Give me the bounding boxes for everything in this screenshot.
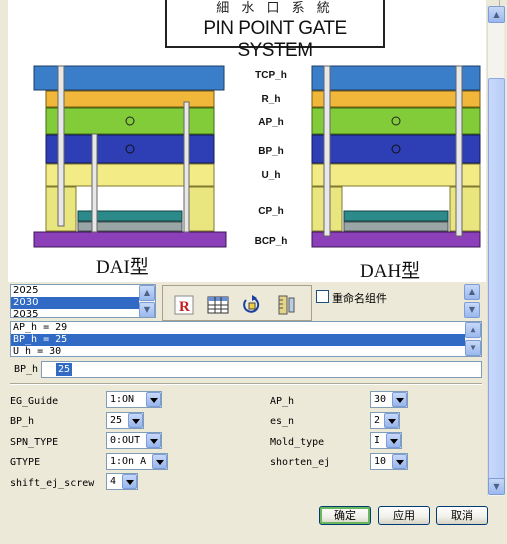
list-item[interactable]: 2025 <box>11 285 155 297</box>
refresh-rotate-icon[interactable] <box>241 294 263 316</box>
scroll-up-button[interactable]: ▲ <box>488 6 505 23</box>
expression-list-scrollbar[interactable]: ▲ ▼ <box>465 322 481 356</box>
dah-r-plate <box>311 90 481 108</box>
dah-bcp-plate <box>311 231 481 248</box>
dah-bp-plate <box>311 134 481 164</box>
list-item[interactable]: U_h = 30 <box>11 346 481 356</box>
caption-dai: DAI型 <box>96 257 149 278</box>
area-scroll-up-button[interactable]: ▲ <box>464 284 480 300</box>
dah-ejector-retainer <box>343 221 449 232</box>
bp-h-select[interactable]: 25 <box>106 412 144 429</box>
chevron-down-icon[interactable] <box>386 433 401 448</box>
dai-guide-pin-right <box>183 101 190 233</box>
dai-guide-pin-left2 <box>91 133 98 233</box>
param-label-gtype: GTYPE <box>10 457 41 468</box>
dai-guide-pin-left <box>57 65 65 227</box>
dah-ap-plate <box>311 107 481 135</box>
chevron-down-icon[interactable] <box>128 413 143 428</box>
chevron-down-icon[interactable] <box>146 392 161 407</box>
series-list-scrollbar[interactable]: ▲ ▼ <box>139 285 155 317</box>
series-scroll-down-button[interactable]: ▼ <box>139 302 155 317</box>
separator <box>10 383 482 385</box>
chevron-down-icon[interactable] <box>122 474 137 489</box>
bp-h-value: 25 <box>110 415 123 426</box>
shift-ej-screw-value: 4 <box>110 476 117 487</box>
mold-dai <box>33 65 227 248</box>
chevron-down-icon[interactable] <box>384 413 399 428</box>
ap-h-value: 30 <box>374 394 387 405</box>
apply-button[interactable]: 应用 <box>378 506 430 525</box>
scroll-down-button[interactable]: ▼ <box>488 478 505 495</box>
label-u-h: U_h <box>261 170 281 181</box>
param-label-mold-type: Mold_type <box>270 437 325 448</box>
dah-cp-right <box>449 186 481 232</box>
caption-dah: DAH型 <box>360 261 421 282</box>
chevron-down-icon[interactable] <box>152 454 167 469</box>
spn-type-select[interactable]: 0:OUT <box>106 432 162 449</box>
param-label-es-n: es_n <box>270 416 295 427</box>
expr-scroll-up-button[interactable]: ▲ <box>465 322 481 338</box>
shift-ej-screw-select[interactable]: 4 <box>106 473 138 490</box>
chevron-down-icon[interactable] <box>146 433 161 448</box>
dah-guide-pin-left <box>323 65 331 237</box>
param-label-spn-type: SPN_TYPE <box>10 437 59 448</box>
eg-guide-value: 1:ON <box>110 394 135 405</box>
list-item[interactable]: 2035 <box>11 309 155 317</box>
gtype-value: 1:On A <box>110 456 147 467</box>
label-r-h: R_h <box>261 94 281 105</box>
list-item-selected[interactable]: 2030 <box>11 297 155 309</box>
mold-diagram: 細 水 口 系 統 PIN POINT GATE SYSTEM TCP_h R_… <box>8 0 486 282</box>
spn-type-value: 0:OUT <box>110 435 141 446</box>
scroll-thumb[interactable] <box>488 78 505 482</box>
ap-h-select[interactable]: 30 <box>370 391 408 408</box>
measure-ruler-icon[interactable] <box>275 294 297 316</box>
param-label-shorten-ej: shorten_ej <box>270 457 331 468</box>
series-scroll-up-button[interactable]: ▲ <box>139 285 155 301</box>
mold-type-value: I <box>374 435 381 446</box>
expression-value: 25 <box>56 363 73 376</box>
dah-u-plate <box>311 163 481 187</box>
svg-text:R: R <box>179 299 190 315</box>
eg-guide-select[interactable]: 1:ON <box>106 391 162 408</box>
dah-tcp-plate <box>311 65 481 91</box>
chevron-down-icon[interactable] <box>392 392 407 407</box>
mold-type-select[interactable]: I <box>370 432 402 449</box>
area-scroll-down-button[interactable]: ▼ <box>464 302 480 318</box>
dai-bcp-plate <box>33 231 227 248</box>
ok-button[interactable]: 确定 <box>319 506 371 525</box>
table-spreadsheet-icon[interactable] <box>207 294 229 316</box>
rename-area-scrollbar[interactable]: ▲ ▼ <box>464 284 480 318</box>
expression-input[interactable]: 25 <box>41 361 482 378</box>
dah-guide-pin-right <box>455 65 463 237</box>
param-label-bp-h: BP_h <box>10 416 35 427</box>
gtype-select[interactable]: 1:On A <box>106 453 168 470</box>
shorten-ej-value: 10 <box>374 456 387 467</box>
panel-scrollbar[interactable]: ▲ ▼ <box>487 6 505 496</box>
cancel-button[interactable]: 取消 <box>436 506 488 525</box>
list-item[interactable]: AP_h = 29 <box>11 322 481 334</box>
param-label-eg-guide: EG_Guide <box>10 396 59 407</box>
expr-scroll-down-button[interactable]: ▼ <box>465 340 481 356</box>
mold-dah <box>311 65 481 248</box>
list-item-selected[interactable]: BP_h = 25 <box>11 334 481 346</box>
expression-list[interactable]: AP_h = 29 BP_h = 25 U_h = 30 ▲ ▼ <box>10 321 482 357</box>
es-n-select[interactable]: 2 <box>370 412 400 429</box>
shorten-ej-select[interactable]: 10 <box>370 453 408 470</box>
label-tcp-h: TCP_h <box>255 70 287 81</box>
param-label-shift-ej-screw: shift_ej_screw <box>10 478 95 489</box>
label-bp-h: BP_h <box>258 146 284 157</box>
rename-component-checkbox[interactable] <box>316 290 329 303</box>
rename-component-label: 重命名组件 <box>332 292 387 305</box>
parameter-panel: 細 水 口 系 統 PIN POINT GATE SYSTEM TCP_h R_… <box>4 0 505 496</box>
label-cp-h: CP_h <box>258 206 284 217</box>
tool-group: R <box>162 285 312 321</box>
chevron-down-icon[interactable] <box>392 454 407 469</box>
label-ap-h: AP_h <box>258 117 284 128</box>
param-label-ap-h: AP_h <box>270 396 295 407</box>
series-list[interactable]: 2025 2030 2035 ▲ ▼ <box>10 284 156 318</box>
es-n-value: 2 <box>374 415 381 426</box>
label-bcp-h: BCP_h <box>254 236 288 247</box>
insert-R-icon[interactable]: R <box>173 294 195 316</box>
dah-ejector-plate <box>343 210 449 222</box>
